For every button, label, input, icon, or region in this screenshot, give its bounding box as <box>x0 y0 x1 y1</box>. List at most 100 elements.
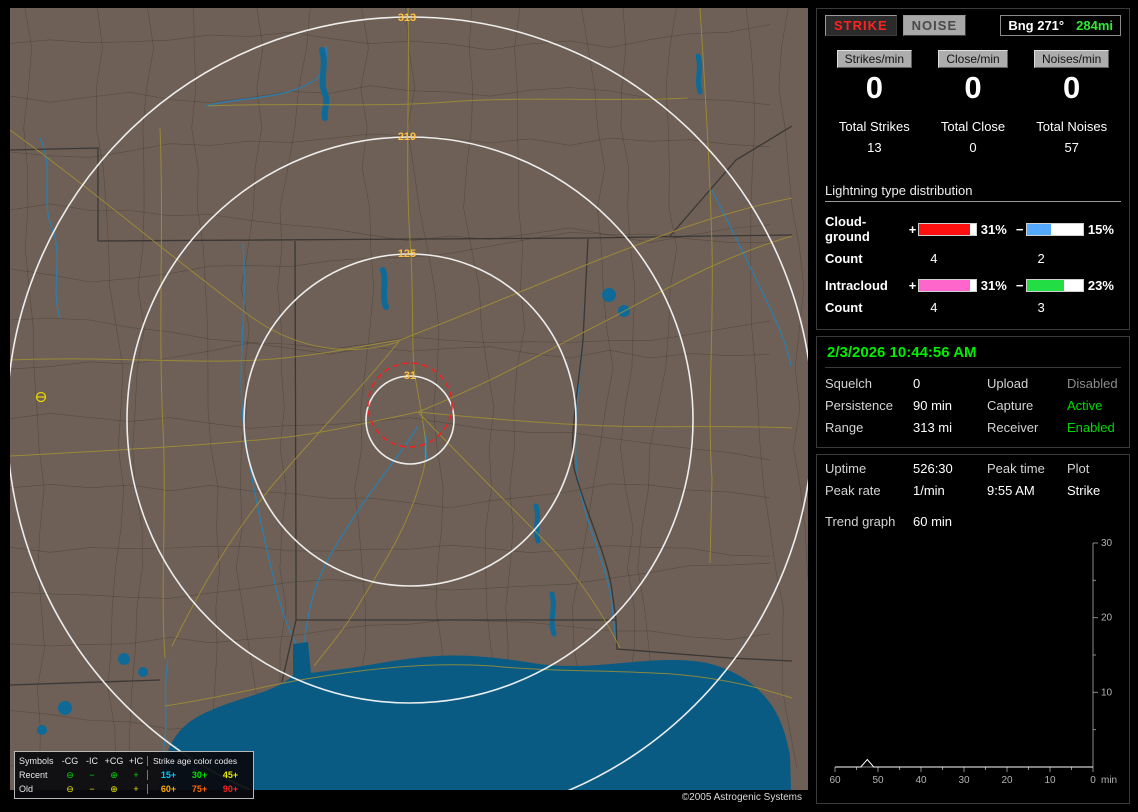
strike-legend: Symbols -CG -IC +CG +IC Strike age color… <box>14 751 254 799</box>
neg-cg-bar <box>1025 222 1084 236</box>
datetime-display: 2/3/2026 10:44:56 AM <box>825 341 1121 368</box>
legend-col-pos-cg: +CG <box>104 756 124 766</box>
intracloud-row: Intracloud + 31% − 23% <box>825 278 1121 293</box>
distribution-title: Lightning type distribution <box>825 183 1121 202</box>
peak-rate-label: Peak rate <box>825 483 881 498</box>
svg-text:10: 10 <box>1044 775 1056 786</box>
copyright-text: ©2005 Astrogenic Systems <box>681 792 802 803</box>
bearing-value: Bng 271° <box>1008 18 1065 33</box>
legend-col-neg-cg: -CG <box>61 756 79 766</box>
svg-text:0: 0 <box>1090 775 1096 786</box>
pos-cg-bar-fill <box>919 223 970 235</box>
strikes-per-min-column: Strikes/min 0 Total Strikes 13 <box>825 50 924 155</box>
strikes-per-min-value: 0 <box>865 70 883 105</box>
range-ring-label-31: 31 <box>404 370 416 382</box>
total-strikes-value: 13 <box>867 140 882 155</box>
svg-text:20: 20 <box>1001 775 1013 786</box>
rates-row: Strikes/min 0 Total Strikes 13 Close/min… <box>825 50 1121 155</box>
pos-ic-percent: 31% <box>980 278 1007 293</box>
total-noises-value: 57 <box>1064 140 1079 155</box>
capture-status: Active <box>1067 398 1103 413</box>
intracloud-count-row: Count 4 3 <box>825 300 1121 315</box>
old-neg-cg-icon: ⊖ <box>66 783 74 794</box>
age-code-30: 30+ <box>191 770 208 780</box>
svg-text:50: 50 <box>872 775 884 786</box>
cloud-ground-row: Cloud-ground + 31% − 15% <box>825 214 1121 244</box>
stats-section: STRIKE NOISE Bng 271° 284mi Strikes/min … <box>816 8 1130 330</box>
neg-ic-bar <box>1025 279 1084 292</box>
count-label: Count <box>825 300 863 315</box>
receiver-label: Receiver <box>987 420 1039 435</box>
cloud-ground-label: Cloud-ground <box>825 214 870 244</box>
old-pos-ic-icon: + <box>133 784 139 794</box>
receiver-status: Enabled <box>1067 420 1115 435</box>
svg-text:min: min <box>1101 775 1117 786</box>
svg-text:30: 30 <box>1101 538 1113 549</box>
legend-header-row: Symbols -CG -IC +CG +IC Strike age color… <box>19 754 249 768</box>
trend-section: Uptime 526:30 Peak time Plot Peak rate 1… <box>816 454 1130 804</box>
svg-text:30: 30 <box>958 775 970 786</box>
pos-cg-bar <box>918 222 977 236</box>
old-pos-cg-icon: ⊕ <box>110 783 118 794</box>
pos-cg-percent: 31% <box>980 221 1007 237</box>
recent-neg-ic-icon: − <box>89 770 95 780</box>
old-neg-ic-icon: − <box>89 784 95 794</box>
trend-window-value: 60 min <box>913 514 953 529</box>
peak-rate-value: 1/min <box>913 483 945 498</box>
range-ring-label-125: 125 <box>398 248 416 260</box>
noises-per-min-badge[interactable]: Noises/min <box>1034 50 1110 68</box>
squelch-label: Squelch <box>825 376 872 391</box>
age-codes-recent: 15+ 30+ 45+ <box>147 770 249 780</box>
noise-indicator-button[interactable]: NOISE <box>902 15 967 36</box>
capture-label: Capture <box>987 398 1034 413</box>
plus-sign: + <box>908 278 917 293</box>
age-code-45: 45+ <box>222 770 239 780</box>
neg-cg-bar-fill <box>1026 223 1051 235</box>
trend-graph-label-row: Trend graph 60 min <box>825 514 1121 529</box>
minus-sign: − <box>1015 278 1024 293</box>
strike-indicator-button[interactable]: STRIKE <box>825 15 897 36</box>
minus-sign: − <box>1015 221 1024 237</box>
neg-cg-count: 2 <box>1037 251 1045 266</box>
strikes-per-min-badge[interactable]: Strikes/min <box>836 50 912 68</box>
side-panel: STRIKE NOISE Bng 271° 284mi Strikes/min … <box>816 8 1130 810</box>
neg-cg-percent: 15% <box>1087 221 1114 237</box>
age-codes-old: 60+ 75+ 90+ <box>147 784 249 794</box>
pos-ic-count: 4 <box>930 300 938 315</box>
upload-label: Upload <box>987 376 1029 391</box>
uptime-label: Uptime <box>825 461 867 476</box>
persistence-label: Persistence <box>825 398 893 413</box>
trend-graph: 60 50 40 30 20 10 0 min 10 20 30 <box>829 538 1117 786</box>
neg-ic-count: 3 <box>1037 300 1045 315</box>
bearing-display: Bng 271° 284mi <box>1000 15 1121 36</box>
range-label: Range <box>825 420 864 435</box>
age-code-90: 90+ <box>222 784 239 794</box>
range-ring-label-313: 313 <box>398 12 416 24</box>
legend-recent-label: Recent <box>19 770 48 780</box>
squelch-value: 0 <box>913 376 921 391</box>
neg-ic-bar-fill <box>1026 280 1064 291</box>
legend-old-label: Old <box>19 784 34 794</box>
legend-col-neg-ic: -IC <box>86 756 98 766</box>
pos-ic-bar <box>918 279 977 292</box>
map-view[interactable]: 313 219 125 31 Symbols -CG -IC +CG +IC S… <box>10 8 808 804</box>
total-close-value: 0 <box>969 140 977 155</box>
legend-old-row: Old ⊖ − ⊕ + 60+ 75+ 90+ <box>19 782 249 796</box>
svg-text:10: 10 <box>1101 687 1113 698</box>
uptime-value: 526:30 <box>913 461 953 476</box>
distance-value: 284mi <box>1076 18 1113 33</box>
indicator-bar: STRIKE NOISE Bng 271° 284mi <box>825 15 1121 36</box>
stormvue-app: { "map": { "land_color": "#6e6056", "wat… <box>0 0 1138 812</box>
total-close-label: Total Close <box>940 119 1006 134</box>
legend-age-header: Strike age color codes <box>147 756 249 766</box>
intracloud-label: Intracloud <box>825 278 888 293</box>
age-code-75: 75+ <box>191 784 208 794</box>
plot-type-value: Strike <box>1067 483 1101 498</box>
settings-grid: Squelch 0 Upload Disabled Persistence 90… <box>825 376 1121 435</box>
range-value: 313 mi <box>913 420 953 435</box>
total-noises-label: Total Noises <box>1036 119 1108 134</box>
svg-text:20: 20 <box>1101 613 1113 624</box>
close-per-min-badge[interactable]: Close/min <box>938 50 1008 68</box>
svg-text:60: 60 <box>829 775 841 786</box>
total-strikes-label: Total Strikes <box>838 119 910 134</box>
